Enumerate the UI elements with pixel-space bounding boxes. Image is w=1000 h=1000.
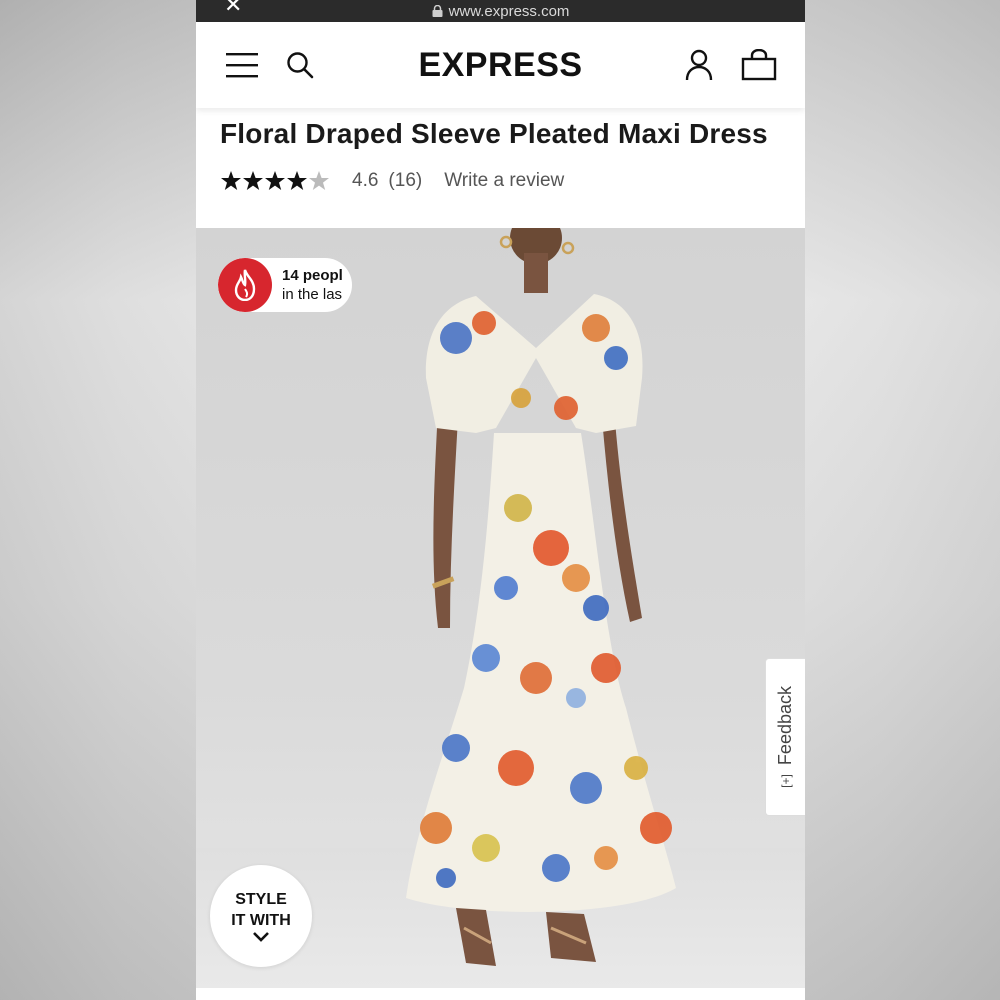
style-it-line2: IT WITH <box>231 912 291 929</box>
brand-logo[interactable]: EXPRESS <box>418 46 582 85</box>
badge-line2: in the las <box>282 286 343 303</box>
url-text: www.express.com <box>448 2 570 20</box>
plus-box-icon: [+] <box>778 773 793 788</box>
chevron-down-icon <box>253 932 269 942</box>
account-icon[interactable] <box>685 49 713 81</box>
shopping-bag-icon[interactable] <box>741 49 777 81</box>
feedback-label: Feedback <box>775 686 795 766</box>
star-rating-icon <box>221 171 329 190</box>
style-it-line1: STYLE <box>235 891 287 908</box>
menu-icon[interactable] <box>226 52 258 78</box>
model-in-floral-dress-image <box>406 228 676 966</box>
rating-score: 4.6 <box>352 170 379 191</box>
style-it-with-button[interactable]: STYLE IT WITH <box>210 865 312 967</box>
background-blur-left <box>0 0 196 1000</box>
product-info: Floral Draped Sleeve Pleated Maxi Dress <box>196 108 805 228</box>
rating-stars[interactable] <box>220 170 330 192</box>
feedback-tab[interactable]: Feedback [+] <box>765 658 805 816</box>
browser-url-bar[interactable]: ✕ www.express.com <box>196 0 805 22</box>
flame-icon <box>218 258 272 312</box>
write-review-link[interactable]: Write a review <box>444 170 564 192</box>
rating-row: 4.6 (16) Write a review <box>220 170 781 192</box>
site-header: EXPRESS <box>196 22 805 108</box>
background-blur-right <box>804 0 1000 1000</box>
lock-icon <box>432 5 443 17</box>
close-icon[interactable]: ✕ <box>224 0 242 18</box>
product-title: Floral Draped Sleeve Pleated Maxi Dress <box>220 118 768 149</box>
badge-line1: 14 peopl <box>282 267 343 284</box>
product-image[interactable]: 14 peopl in the las Feedback [+] STYLE I… <box>196 228 805 988</box>
review-count[interactable]: (16) <box>388 170 422 192</box>
search-icon[interactable] <box>286 51 314 79</box>
phone-screen: ✕ www.express.com EXPRESS Floral Draped … <box>196 0 805 1000</box>
popularity-badge[interactable]: 14 peopl in the las <box>218 258 352 312</box>
